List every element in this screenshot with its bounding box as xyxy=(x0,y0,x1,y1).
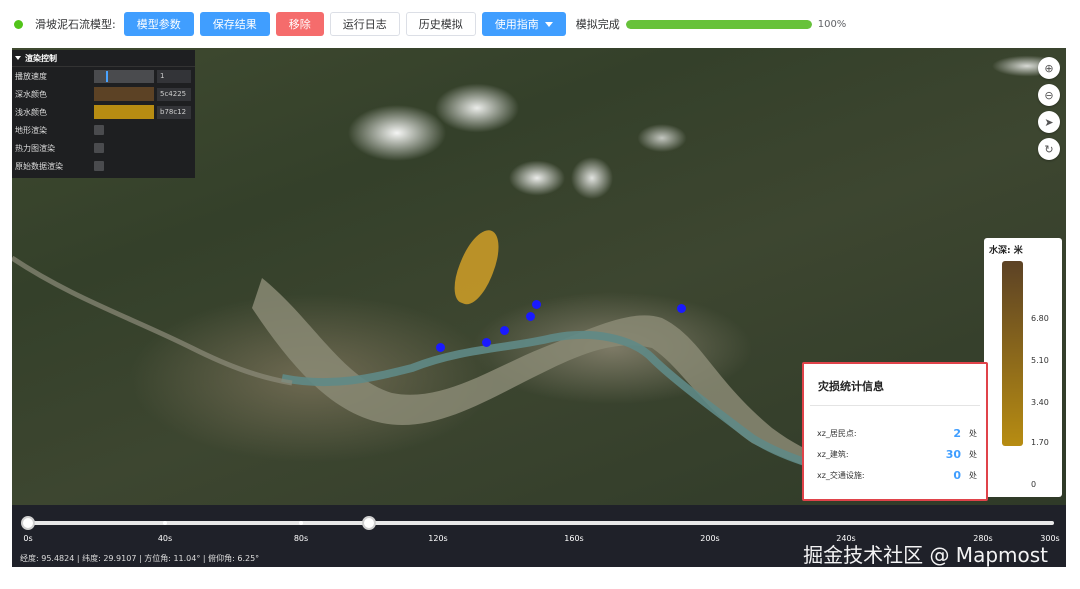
speed-label: 播放速度 xyxy=(15,71,47,81)
slider-knob[interactable] xyxy=(106,70,108,82)
run-log-button[interactable]: 运行日志 xyxy=(329,12,400,36)
deep-color-swatch[interactable] xyxy=(94,87,154,101)
affected-point[interactable] xyxy=(482,338,491,347)
damage-item-unit: 处 xyxy=(969,470,977,480)
guide-dropdown-button[interactable]: 使用指南 xyxy=(481,12,566,36)
reset-view-icon[interactable]: ↻ xyxy=(1038,138,1060,160)
legend-color-ramp xyxy=(1002,261,1023,446)
legend-tick: 6.80 xyxy=(1031,314,1049,323)
timeline-current-handle[interactable] xyxy=(362,516,376,530)
legend-tick: 1.70 xyxy=(1031,438,1049,447)
save-result-button[interactable]: 保存结果 xyxy=(199,12,270,36)
camera-coordinates: 经度: 95.4824 | 纬度: 29.9107 | 方位角: 11.04° … xyxy=(20,554,260,563)
timeline-track[interactable] xyxy=(26,521,1054,525)
terrain-row: 地形渲染 xyxy=(12,121,195,139)
model-label: 滑坡泥石流模型: xyxy=(35,18,116,31)
shallow-color-row: 浅水颜色 b78c12 xyxy=(12,103,195,121)
heatmap-label: 热力图渲染 xyxy=(15,143,55,153)
watermark: 掘金技术社区 @ Mapmost xyxy=(803,543,1048,567)
damage-item-name: xz_居民点: xyxy=(817,428,857,438)
guide-label: 使用指南 xyxy=(494,18,539,31)
remove-button[interactable]: 移除 xyxy=(275,12,324,36)
locate-icon[interactable]: ➤ xyxy=(1038,111,1060,133)
timeline-label: 80s xyxy=(293,534,309,543)
speed-row: 播放速度 1 xyxy=(12,67,195,85)
shallow-color-swatch[interactable] xyxy=(94,105,154,119)
zoom-in-icon[interactable]: ⊕ xyxy=(1038,57,1060,79)
affected-point[interactable] xyxy=(532,300,541,309)
app-frame: 滑坡泥石流模型: 模型参数 保存结果 移除 运行日志 历史模拟 使用指南 模拟完… xyxy=(0,0,1080,589)
sim-progress-bar xyxy=(625,19,812,29)
damage-item-name: xz_建筑: xyxy=(817,449,849,459)
legend-tick: 3.40 xyxy=(1031,398,1049,407)
damage-item-unit: 处 xyxy=(969,449,977,459)
timeline-label: 160s xyxy=(564,534,584,543)
damage-item-name: xz_交通设施: xyxy=(817,470,865,480)
toolbar: 滑坡泥石流模型: 模型参数 保存结果 移除 运行日志 历史模拟 使用指南 模拟完… xyxy=(0,0,1080,48)
timeline-bar: 0s 40s 80s 120s 160s 200s 240s 280s 300s… xyxy=(12,505,1066,567)
deep-color-row: 深水颜色 5c4225 xyxy=(12,85,195,103)
timeline-label: 200s xyxy=(700,534,720,543)
timeline-label: 0s xyxy=(23,534,33,543)
model-params-button[interactable]: 模型参数 xyxy=(123,12,194,36)
zoom-out-icon[interactable]: ⊖ xyxy=(1038,84,1060,106)
timeline-start-handle[interactable] xyxy=(21,516,35,530)
legend-tick: 0 xyxy=(1031,480,1037,489)
affected-point[interactable] xyxy=(436,343,445,352)
damage-row-settlement: xz_居民点: 2 处 xyxy=(817,425,977,441)
affected-point[interactable] xyxy=(677,304,686,313)
raw-data-row: 原始数据渲染 xyxy=(12,157,195,175)
chevron-down-icon xyxy=(544,21,553,27)
heatmap-row: 热力图渲染 xyxy=(12,139,195,157)
legend-title: 水深: 米 xyxy=(989,246,1023,256)
terrain-checkbox[interactable] xyxy=(94,125,104,135)
speed-value[interactable]: 1 xyxy=(157,69,191,83)
collapse-caret-icon xyxy=(15,56,21,60)
affected-point[interactable] xyxy=(526,312,535,321)
render-panel-title: 渲染控制 xyxy=(25,53,57,63)
divider xyxy=(810,405,980,406)
damage-row-transport: xz_交通设施: 0 处 xyxy=(817,467,977,483)
sim-status: 模拟完成 xyxy=(575,18,620,31)
raw-data-checkbox[interactable] xyxy=(94,161,104,171)
timeline-label: 120s xyxy=(428,534,448,543)
status-indicator xyxy=(14,19,23,29)
timeline-tick-dot xyxy=(163,521,167,525)
progress-fill xyxy=(625,19,812,29)
history-sim-button[interactable]: 历史模拟 xyxy=(405,12,476,36)
render-panel-header[interactable]: 渲染控制 xyxy=(12,50,195,67)
damage-item-unit: 处 xyxy=(969,428,977,438)
shallow-color-value[interactable]: b78c12 xyxy=(157,105,191,119)
deep-color-label: 深水颜色 xyxy=(15,89,47,99)
raw-data-label: 原始数据渲染 xyxy=(15,161,63,171)
damage-item-count[interactable]: 30 xyxy=(946,448,961,461)
deep-color-value[interactable]: 5c4225 xyxy=(157,87,191,101)
damage-item-count[interactable]: 0 xyxy=(953,469,961,482)
damage-stats-panel: 灾损统计信息 xz_居民点: 2 处 xz_建筑: 30 处 xz_交通设施: … xyxy=(802,362,988,501)
timeline-tick-dot xyxy=(299,521,303,525)
shallow-color-label: 浅水颜色 xyxy=(15,107,47,117)
legend-tick: 5.10 xyxy=(1031,356,1049,365)
terrain-label: 地形渲染 xyxy=(15,125,47,135)
damage-row-building: xz_建筑: 30 处 xyxy=(817,446,977,462)
damage-item-count[interactable]: 2 xyxy=(953,427,961,440)
tributary xyxy=(12,255,293,386)
heatmap-checkbox[interactable] xyxy=(94,143,104,153)
timeline-label: 40s xyxy=(157,534,173,543)
affected-point[interactable] xyxy=(500,326,509,335)
speed-slider[interactable] xyxy=(94,69,154,83)
depth-legend: 水深: 米 6.80 5.10 3.40 1.70 0 xyxy=(984,238,1062,497)
progress-percent: 100% xyxy=(817,18,847,30)
damage-title: 灾损统计信息 xyxy=(818,380,884,393)
render-control-panel: 渲染控制 播放速度 1 深水颜色 5c4225 浅水颜色 b78c12 地形渲染 xyxy=(12,50,195,178)
